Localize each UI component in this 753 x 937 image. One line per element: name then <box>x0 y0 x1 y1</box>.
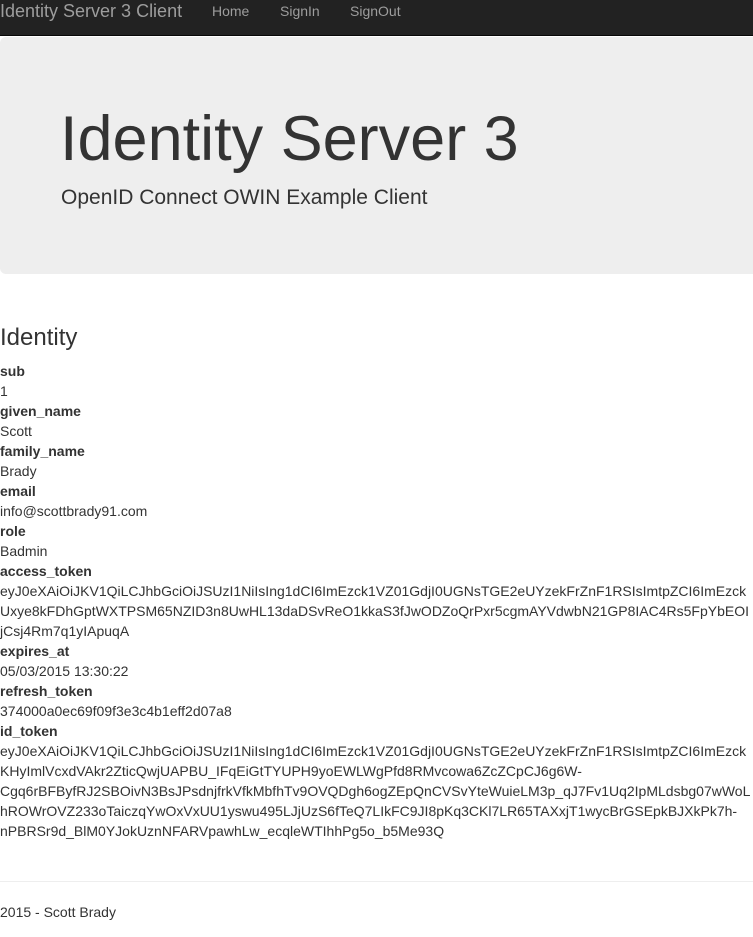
claim-key-id-token: id_token <box>0 723 58 739</box>
claim-key-family-name: family_name <box>0 443 85 459</box>
claim-value-id-token: eyJ0eXAiOiJKV1QiLCJhbGciOiJSUzI1NiIsIng1… <box>0 743 747 759</box>
claim-key-sub: sub <box>0 363 25 379</box>
claims-list: sub 1 given_name Scott family_name Brady email… <box>0 361 753 841</box>
claim-key-email: email <box>0 483 36 499</box>
claim-value-access-token: Uxye8kFDhGptWXTPSM65NZID3n8UwHL13daDSvRe… <box>0 603 749 619</box>
nav-link-signin[interactable]: SignIn <box>280 0 320 24</box>
nav-link-home[interactable]: Home <box>212 0 249 24</box>
claim-value-sub: 1 <box>0 383 8 399</box>
jumbotron-title: Identity Server 3 <box>60 104 519 174</box>
claim-value-id-token: Cgq6rBFByfRJ2SBOivN3BsJPsdnjfrkVfkMbfhTv… <box>0 783 751 799</box>
claim-value-id-token: KHyImlVcxdVAkr2ZticQwjUAPBU_IFqEiGtTYUPH… <box>0 763 582 779</box>
claim-value-expires-at: 05/03/2015 13:30:22 <box>0 663 129 679</box>
claim-value-access-token: eyJ0eXAiOiJKV1QiLCJhbGciOiJSUzI1NiIsIng1… <box>0 583 747 599</box>
identity-heading: Identity <box>0 324 78 351</box>
claim-value-id-token: hROWrOVZ233oTaiczqYwOxVxUU1yswu495LJjUzS… <box>0 803 738 819</box>
footer-text: 2015 - Scott Brady <box>0 904 116 920</box>
claim-value-role: Badmin <box>0 543 48 559</box>
claim-value-access-token: jCsj4Rm7q1yIApuqA <box>0 623 130 639</box>
claim-value-given-name: Scott <box>0 423 32 439</box>
navbar: Identity Server 3 Client Home SignIn Sig… <box>0 0 753 36</box>
claim-value-refresh-token: 374000a0ec69f09f3e3c4b1eff2d07a8 <box>0 703 232 719</box>
claim-value-family-name: Brady <box>0 463 37 479</box>
jumbotron-subtitle: OpenID Connect OWIN Example Client <box>61 186 428 209</box>
claim-key-access-token: access_token <box>0 563 92 579</box>
claim-value-id-token: nPBRSr9d_BlM0YJokUznNFARVpawhLw_ecqleWTI… <box>0 823 445 839</box>
claim-key-expires-at: expires_at <box>0 643 70 659</box>
nav-link-signout[interactable]: SignOut <box>350 0 401 24</box>
brand-link[interactable]: Identity Server 3 Client <box>0 0 182 24</box>
footer-divider <box>0 881 753 882</box>
claim-key-given-name: given_name <box>0 403 81 419</box>
claim-value-email: info@scottbrady91.com <box>0 503 148 519</box>
claim-key-refresh-token: refresh_token <box>0 683 93 699</box>
claim-key-role: role <box>0 523 26 539</box>
